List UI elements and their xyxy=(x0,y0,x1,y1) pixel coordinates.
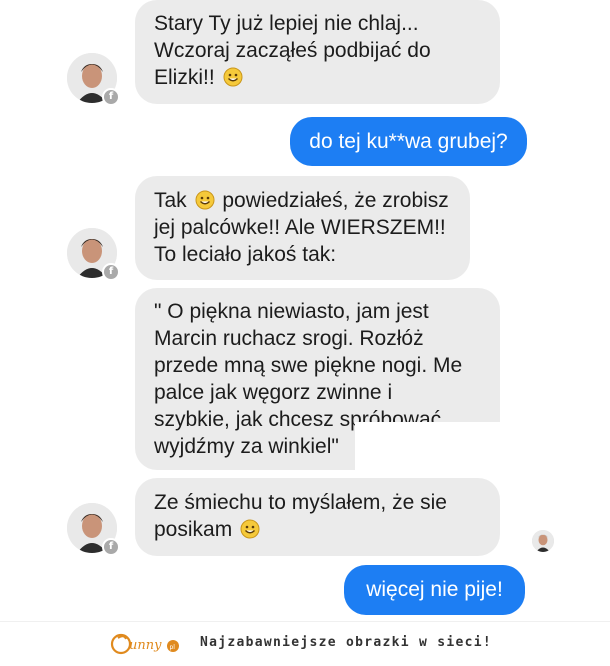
message-line: Stary Ty już lepiej nie chlaj... xyxy=(154,12,419,35)
message-line: To leciało jakoś tak: xyxy=(154,243,337,266)
svg-text:pl: pl xyxy=(170,644,176,651)
message-line: posikam xyxy=(154,518,233,541)
message-line: Ze śmiechu to myślałem, że sie xyxy=(154,491,447,514)
read-receipt-avatar-icon xyxy=(532,530,554,552)
svg-text:unny: unny xyxy=(129,638,162,653)
cover-patch xyxy=(500,422,595,510)
message-line: Tak xyxy=(154,189,187,212)
facebook-badge-icon: f xyxy=(102,88,120,106)
incoming-message-2[interactable]: Tak powiedziałeś, że zrobisz jej palcówk… xyxy=(135,176,470,280)
incoming-message-4[interactable]: Ze śmiechu to myślałem, że sie posikam xyxy=(135,478,500,556)
incoming-message-1[interactable]: Stary Ty już lepiej nie chlaj... Wczoraj… xyxy=(135,0,500,104)
watermark-footer: unny pl Najzabawniejsze obrazki w sieci! xyxy=(0,621,610,666)
message-line: do tej ku**wa grubej? xyxy=(309,130,508,153)
funny-logo: unny pl xyxy=(110,633,179,655)
facebook-badge-icon: f xyxy=(102,538,120,556)
smiling-face-emoji-icon xyxy=(223,67,243,87)
message-line: powiedziałeś, że zrobisz xyxy=(222,189,449,212)
message-line: palce jak węgorz zwinne i xyxy=(154,381,393,404)
outgoing-message-1[interactable]: do tej ku**wa grubej? xyxy=(290,117,527,166)
message-line: więcej nie pije! xyxy=(366,578,503,601)
message-line: Marcin ruchacz srogi. Rozłóż xyxy=(154,327,424,350)
message-line: Elizki!! xyxy=(154,66,215,89)
facebook-badge-icon: f xyxy=(102,263,120,281)
outgoing-message-2[interactable]: więcej nie pije! xyxy=(344,565,525,615)
message-line: " O piękna niewiasto, jam jest xyxy=(154,300,429,323)
smiling-face-emoji-icon xyxy=(240,519,260,539)
message-line: przede mną swe piękne nogi. Me xyxy=(154,354,463,377)
footer-tagline: Najzabawniejsze obrazki w sieci! xyxy=(200,635,493,650)
smiling-face-emoji-icon xyxy=(195,190,215,210)
read-receipt-avatar xyxy=(532,530,554,552)
message-line: jej palcówke!! Ale WIERSZEM!! xyxy=(154,216,446,239)
message-line: Wczoraj zacząłeś podbijać do xyxy=(154,39,431,62)
